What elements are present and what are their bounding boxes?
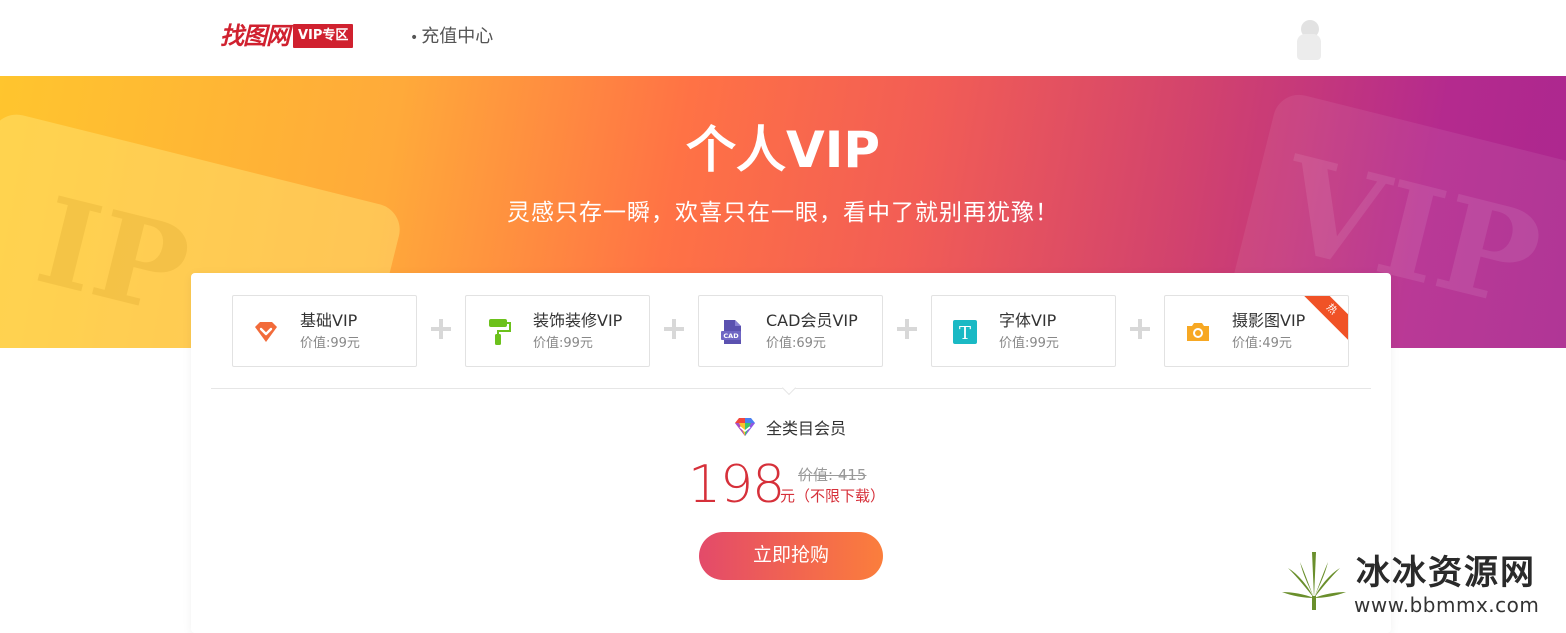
- svg-text:T: T: [959, 323, 971, 344]
- font-t-icon: T: [950, 318, 980, 346]
- package-value: 价值:99元: [300, 336, 360, 351]
- package-value: 价值:99元: [999, 336, 1059, 351]
- plus-icon: [431, 319, 451, 339]
- watermark: 冰冰资源网 www.bbmmx.com: [1280, 548, 1560, 618]
- vip-zone-badge: VIP专区: [293, 24, 354, 48]
- top-header: 找图网 VIP专区 • 充值中心: [0, 0, 1566, 76]
- all-category-label: 全类目会员: [766, 419, 847, 438]
- watermark-site-url: www.bbmmx.com: [1354, 593, 1540, 617]
- banner-title: 个人VIP: [686, 121, 880, 179]
- cad-file-icon: CAD: [717, 318, 747, 346]
- divider-pointer: [781, 380, 797, 396]
- package-cad-vip[interactable]: CAD CAD会员VIP 价值:69元: [698, 295, 883, 367]
- diamond-icon: [251, 318, 281, 346]
- paint-roller-icon: [484, 318, 514, 346]
- package-value: 价值:49元: [1232, 336, 1292, 351]
- plus-icon: [897, 319, 917, 339]
- banner-subtitle: 灵感只存一瞬，欢喜只在一眼，看中了就别再犹豫！: [507, 200, 1059, 226]
- vip-package-card: 基础VIP 价值:99元 装饰装修VIP 价值:99元 CAD CAD会员VIP…: [191, 273, 1391, 633]
- plus-icon: [664, 319, 684, 339]
- package-name: 字体VIP: [999, 311, 1057, 330]
- package-value: 价值:69元: [766, 336, 826, 351]
- watermark-site-name: 冰冰资源网: [1356, 553, 1536, 593]
- buy-now-button[interactable]: 立即抢购: [699, 532, 883, 580]
- package-photo-vip[interactable]: 摄影图VIP 价值:49元 热: [1164, 295, 1349, 367]
- package-decoration-vip[interactable]: 装饰装修VIP 价值:99元: [465, 295, 650, 367]
- all-category-member: 全类目会员: [734, 417, 846, 441]
- current-page-label[interactable]: 充值中心: [421, 26, 493, 47]
- current-price: 198: [688, 455, 785, 515]
- leaf-logo-icon: [1280, 548, 1348, 614]
- original-price: 价值: 415: [798, 466, 867, 484]
- svg-text:CAD: CAD: [723, 332, 739, 340]
- breadcrumb: • 充值中心: [410, 25, 493, 50]
- breadcrumb-bullet: •: [410, 30, 419, 46]
- package-font-vip[interactable]: T 字体VIP 价值:99元: [931, 295, 1116, 367]
- package-name: 摄影图VIP: [1232, 311, 1306, 330]
- camera-icon: [1183, 318, 1213, 346]
- package-name: 装饰装修VIP: [533, 311, 623, 330]
- avatar-body: [1297, 34, 1321, 60]
- package-name: CAD会员VIP: [766, 311, 858, 330]
- price-unit-note: 元（不限下载）: [780, 487, 886, 505]
- package-value: 价值:99元: [533, 336, 593, 351]
- logo-text: 找图网: [220, 21, 290, 50]
- plus-icon: [1130, 319, 1150, 339]
- user-avatar[interactable]: [1296, 20, 1324, 64]
- site-logo[interactable]: 找图网 VIP专区: [220, 21, 354, 50]
- package-name: 基础VIP: [300, 311, 358, 330]
- rainbow-diamond-icon: [734, 417, 756, 441]
- package-basic-vip[interactable]: 基础VIP 价值:99元: [232, 295, 417, 367]
